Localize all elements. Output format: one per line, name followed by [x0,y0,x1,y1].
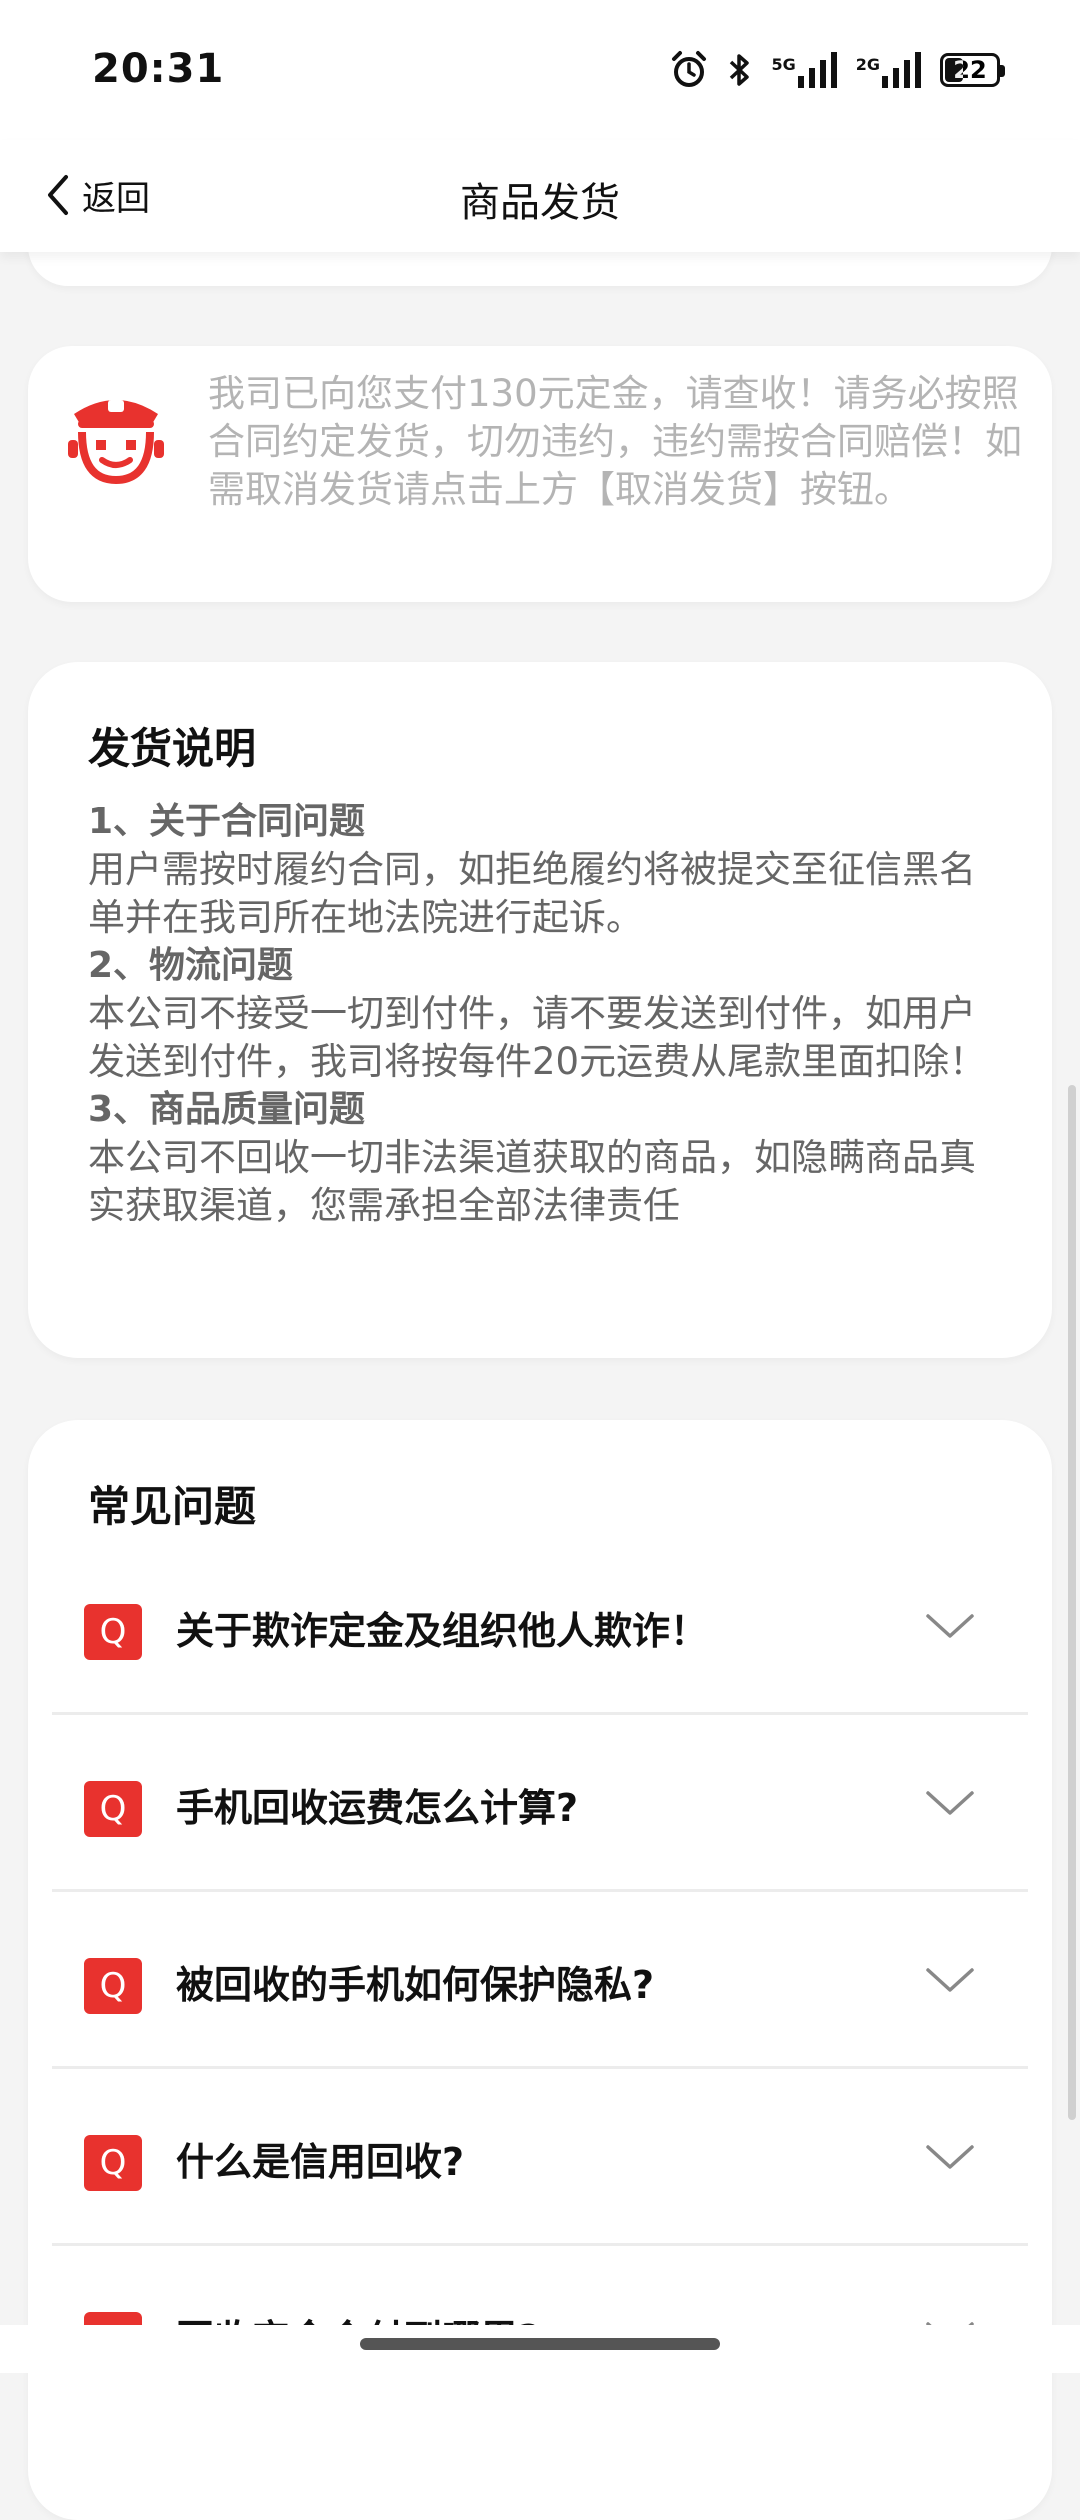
faq-item[interactable]: Q 被回收的手机如何保护隐私? [52,1892,1028,2069]
faq-item[interactable]: Q 关于欺诈定金及组织他人欺诈！ [52,1538,1028,1715]
shipping-instructions-card: 发货说明 1、关于合同问题 用户需按时履约合同，如拒绝履约将被提交至征信黑名单并… [28,662,1052,1358]
chevron-down-icon [926,1614,974,1638]
q-badge: Q [84,2135,142,2191]
faq-question: 被回收的手机如何保护隐私? [176,1963,655,2007]
officer-icon [68,400,164,485]
faq-question: 什么是信用回收? [176,2140,465,2184]
chevron-down-icon [926,1791,974,1815]
faq-title: 常见问题 [88,1482,257,1531]
nav-bar: 返回 商品发货 [0,140,1080,252]
page-title: 商品发货 [460,180,620,226]
bluetooth-icon [730,54,750,86]
chevron-down-icon [926,1968,974,1992]
rule-title: 2、物流问题 [88,945,294,986]
status-icons: 5G 2G 22 [669,50,1005,90]
q-badge: Q [84,1604,142,1660]
faq-question: 关于欺诈定金及组织他人欺诈！ [176,1609,709,1653]
signal-bars-icon [797,52,837,88]
home-indicator[interactable] [360,2338,720,2350]
rule-body: 本公司不接受一切到付件，请不要发送到付件，如用户发送到付件，我司将按每件20元运… [88,992,987,1083]
scrollbar[interactable] [1068,1085,1076,2120]
faq-item[interactable]: Q 什么是信用回收? [52,2069,1028,2246]
q-badge: Q [84,1781,142,1837]
signal-bars-icon [882,52,921,88]
signal-2g: 2G [856,52,922,88]
battery-icon: 22 [940,53,1005,87]
faq-item[interactable]: Q 手机回收运费怎么计算? [52,1715,1028,1892]
status-bar: 20:31 5G 2G 22 [0,0,1080,140]
deposit-notice-card: 我司已向您支付130元定金，请查收！请务必按照合同约定发货，切勿违约，违约需按合… [28,346,1052,602]
shipping-title: 发货说明 [88,724,257,773]
signal-5g: 5G [771,52,837,88]
rule-title: 3、商品质量问题 [88,1089,366,1130]
q-badge: Q [84,1958,142,2014]
notice-text: 我司已向您支付130元定金，请查收！请务必按照合同约定发货，切勿违约，违约需按合… [208,372,1022,511]
status-time: 20:31 [92,46,225,92]
rule-body: 用户需按时履约合同，如拒绝履约将被提交至征信黑名单并在我司所在地法院进行起诉。 [88,848,976,939]
rule-body: 本公司不回收一切非法渠道获取的商品，如隐瞒商品真实获取渠道，您需承担全部法律责任 [88,1136,976,1227]
chevron-down-icon [926,2145,974,2169]
rule-title: 1、关于合同问题 [88,801,366,842]
alarm-icon [672,51,707,87]
faq-question: 手机回收运费怎么计算? [176,1786,579,1830]
battery-level: 22 [953,56,987,84]
